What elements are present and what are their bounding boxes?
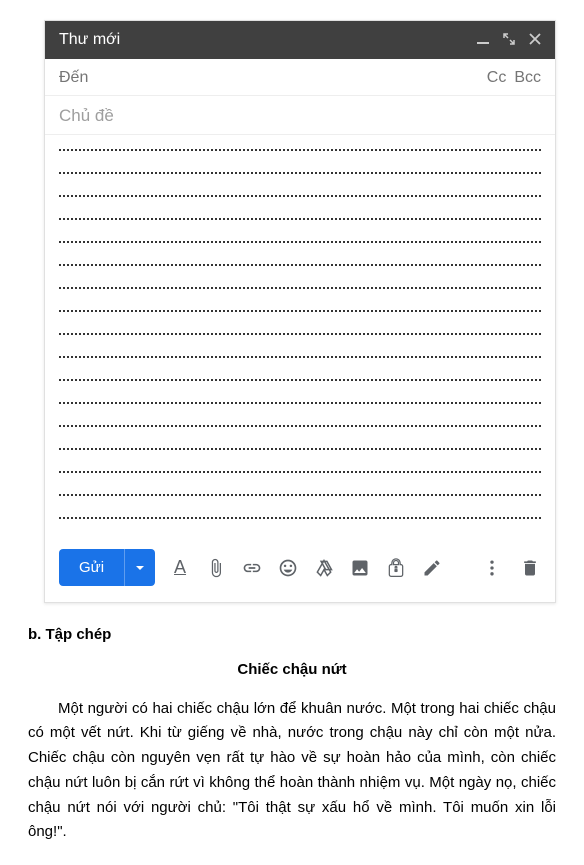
dotted-line [59, 402, 541, 404]
subject-field-row[interactable]: Chủ đề [45, 96, 555, 135]
drive-icon[interactable] [313, 557, 335, 579]
compose-toolbar: Gửi A [45, 537, 555, 602]
bcc-button[interactable]: Bcc [514, 69, 541, 87]
article-body: Một người có hai chiếc chậu lớn để khuân… [28, 697, 556, 846]
emoji-icon[interactable] [277, 557, 299, 579]
close-icon[interactable] [529, 32, 541, 48]
to-label: Đến [59, 69, 487, 87]
dotted-line [59, 218, 541, 220]
compose-title: Thư mới [59, 31, 477, 49]
dotted-line [59, 149, 541, 151]
attach-icon[interactable] [205, 557, 227, 579]
send-options-button[interactable] [124, 549, 155, 586]
dotted-line [59, 287, 541, 289]
link-icon[interactable] [241, 557, 263, 579]
photo-icon[interactable] [349, 557, 371, 579]
dotted-line [59, 310, 541, 312]
expand-icon[interactable] [503, 32, 515, 48]
dotted-line [59, 494, 541, 496]
compose-window: Thư mới Đến Cc Bcc Chủ đề Gửi [44, 20, 556, 603]
cc-button[interactable]: Cc [487, 69, 507, 87]
pen-icon[interactable] [421, 557, 443, 579]
dotted-line [59, 379, 541, 381]
compose-header: Thư mới [45, 21, 555, 59]
to-field-row[interactable]: Đến Cc Bcc [45, 59, 555, 96]
dotted-line [59, 356, 541, 358]
confidential-icon[interactable] [385, 557, 407, 579]
trash-icon[interactable] [519, 557, 541, 579]
right-tools [481, 557, 541, 579]
dotted-line [59, 448, 541, 450]
article-title: Chiếc chậu nứt [28, 658, 556, 683]
dotted-line [59, 241, 541, 243]
minimize-icon[interactable] [477, 32, 489, 48]
cc-bcc-controls: Cc Bcc [487, 69, 541, 87]
compose-body[interactable] [45, 135, 555, 537]
dotted-line [59, 425, 541, 427]
article-section: b. Tập chép Chiếc chậu nứt Một người có … [0, 603, 584, 865]
format-text-icon[interactable]: A [169, 557, 191, 579]
send-group: Gửi [59, 549, 155, 586]
send-button[interactable]: Gửi [59, 549, 124, 586]
formatting-tools: A [169, 557, 481, 579]
dotted-line [59, 517, 541, 519]
dotted-line [59, 172, 541, 174]
dotted-line [59, 264, 541, 266]
dotted-line [59, 195, 541, 197]
window-controls [477, 32, 541, 48]
more-icon[interactable] [481, 557, 503, 579]
dotted-line [59, 333, 541, 335]
subject-placeholder: Chủ đề [59, 106, 114, 125]
dotted-line [59, 471, 541, 473]
section-label: b. Tập chép [28, 623, 556, 648]
